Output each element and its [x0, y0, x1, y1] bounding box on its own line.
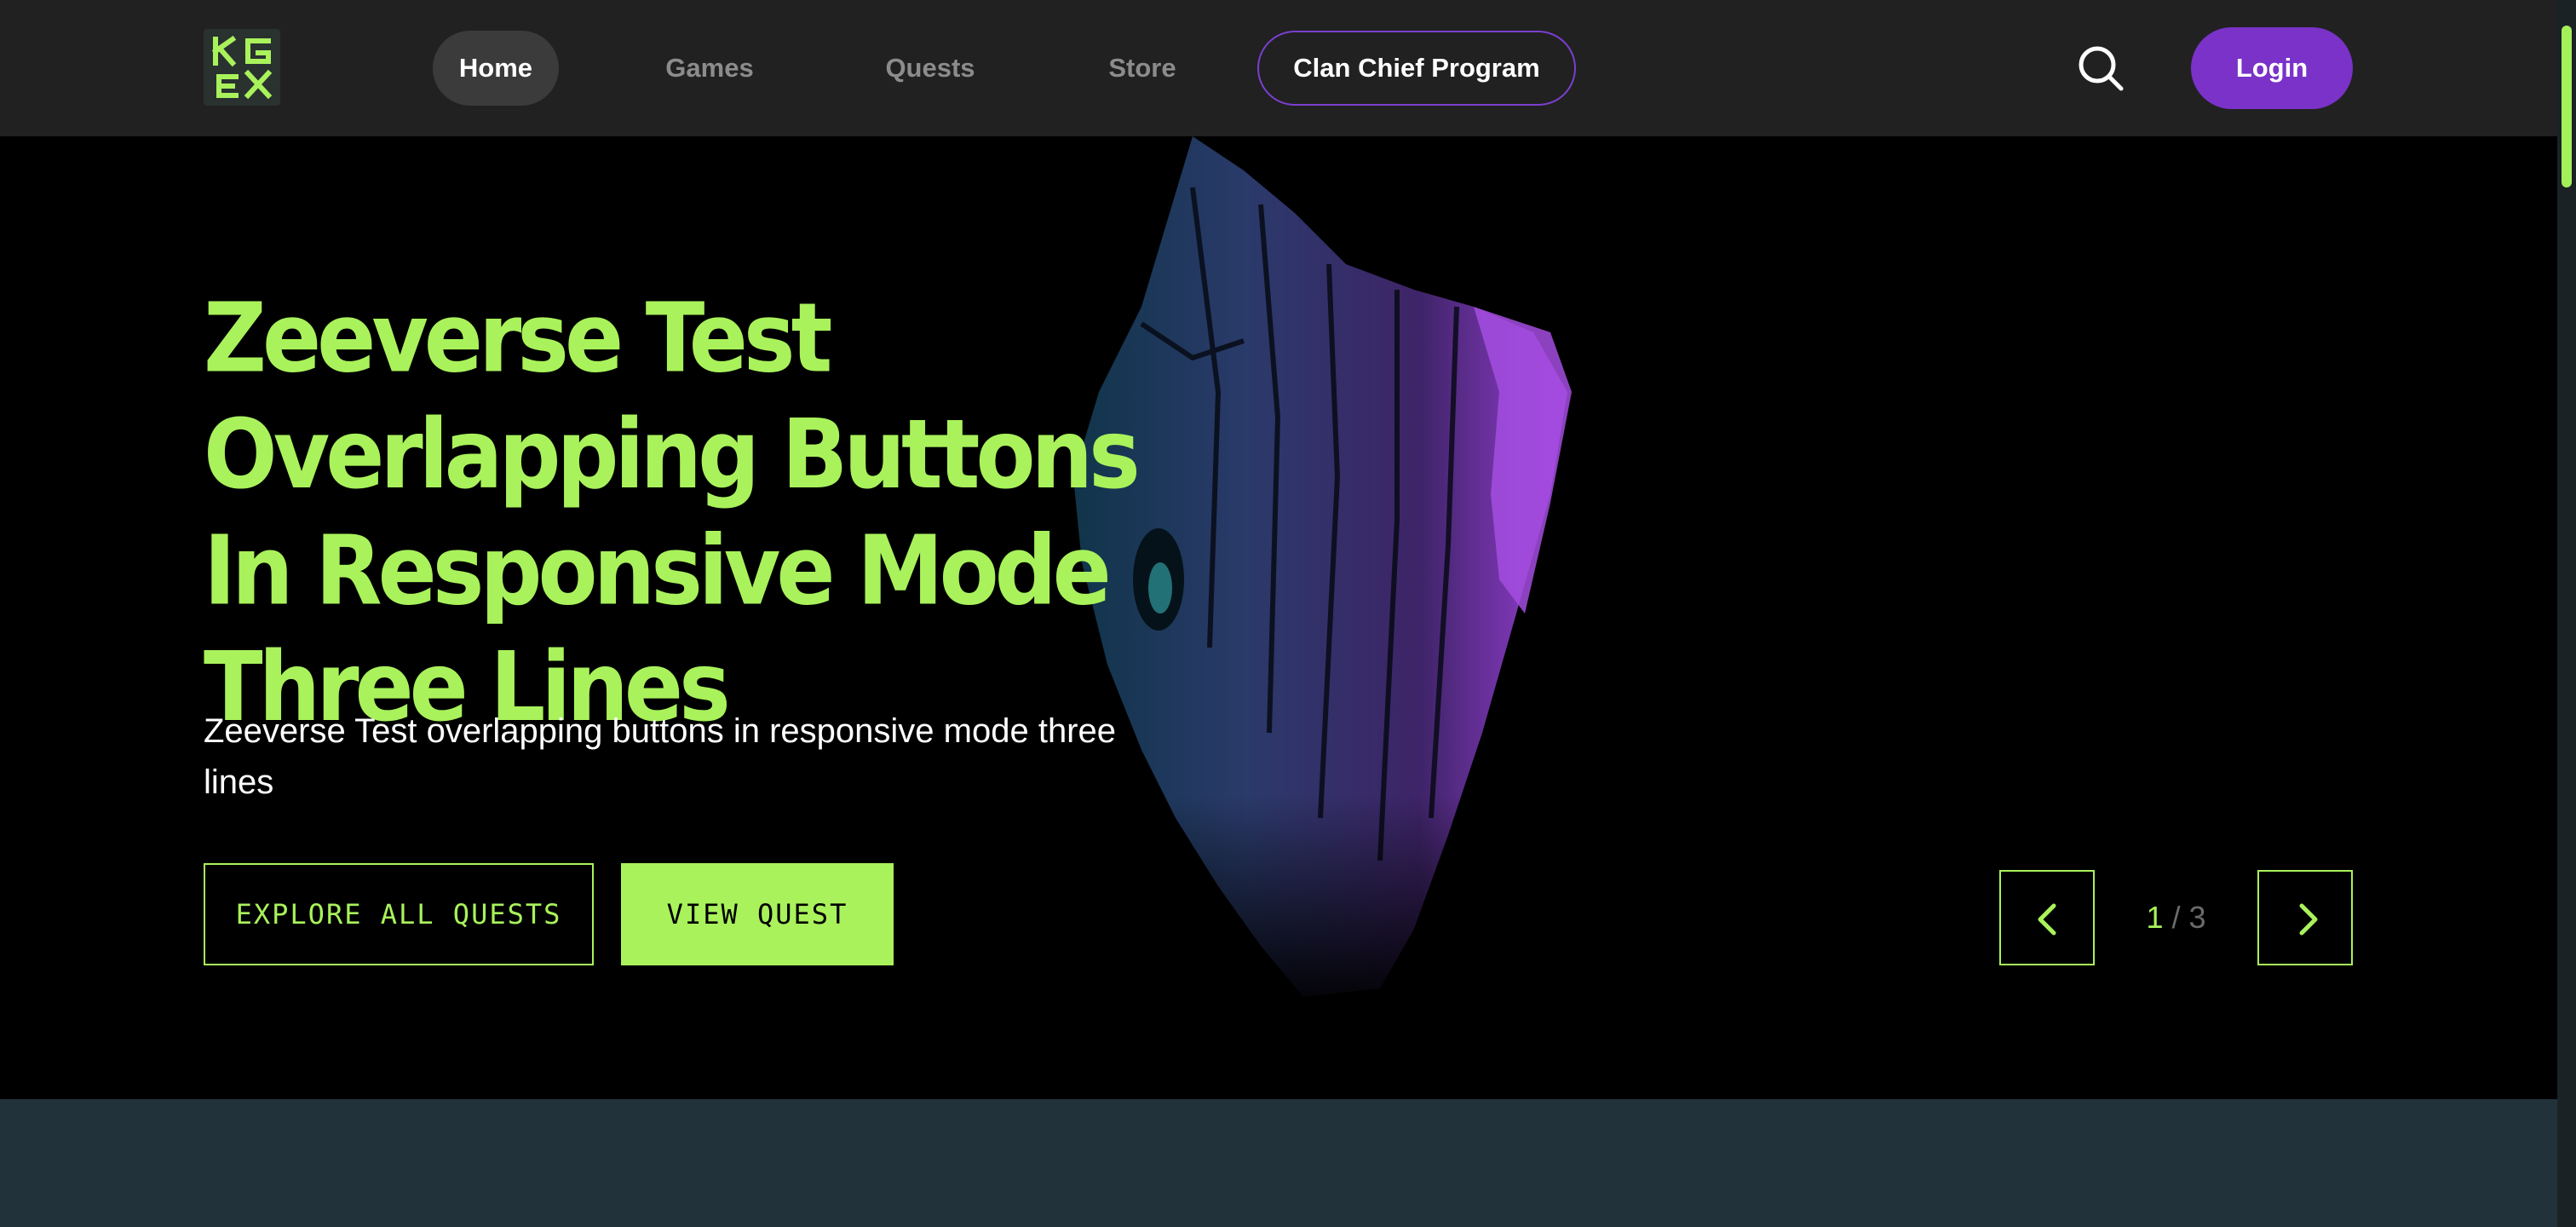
carousel-next-button[interactable] [2257, 870, 2353, 965]
hero-subtitle: Zeeverse Test overlapping buttons in res… [204, 712, 1116, 801]
view-quest-button[interactable]: VIEW QUEST [621, 863, 894, 965]
chevron-right-icon [2299, 903, 2318, 936]
nav-quests[interactable]: Quests [868, 31, 992, 106]
carousel-prev-button[interactable] [1999, 870, 2095, 965]
search-button[interactable] [2075, 43, 2126, 94]
carousel-pager: 1 / 3 [2095, 870, 2257, 965]
top-navbar: Home Games Quests Store Clan Chief Progr… [0, 0, 2557, 136]
pager-separator: / [2171, 900, 2181, 935]
page: Home Games Quests Store Clan Chief Progr… [0, 0, 2576, 1227]
logo-icon [211, 35, 273, 100]
hero-title: Zeeverse Test Overlapping Buttons In Res… [204, 283, 1141, 744]
pager-total: 3 [2188, 900, 2206, 935]
page-scrollbar-thumb[interactable] [2562, 26, 2572, 187]
search-icon [2079, 46, 2124, 91]
login-button[interactable]: Login [2191, 27, 2353, 109]
hero-banner: Zeeverse Test Overlapping Buttons In Res… [0, 136, 2557, 1099]
logo[interactable] [204, 29, 280, 106]
explore-all-quests-button[interactable]: EXPLORE ALL QUESTS [204, 863, 594, 965]
clan-chief-program-button[interactable]: Clan Chief Program [1257, 31, 1576, 106]
pager-current: 1 [2146, 900, 2164, 935]
nav-games[interactable]: Games [647, 31, 772, 106]
chevron-left-icon [2038, 903, 2056, 936]
nav-home[interactable]: Home [433, 31, 559, 106]
nav-store[interactable]: Store [1084, 31, 1201, 106]
